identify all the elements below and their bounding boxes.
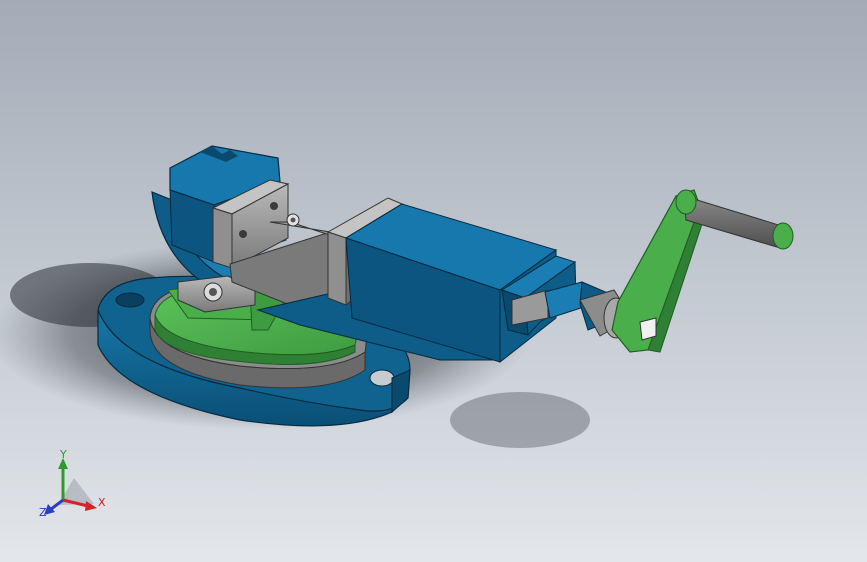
bed-screw-inner [290,217,296,223]
triad-z-label: Z [39,506,47,519]
triad-z-axis [49,498,64,512]
crank-handle[interactable] [611,189,794,353]
handle-pivot [675,189,697,215]
movable-plate-edge [327,231,347,306]
jaw-screw-2 [270,202,278,210]
graphics-viewport[interactable]: X Y Z [0,0,867,562]
base-slot-left [115,292,145,308]
triad-y-label: Y [60,448,67,461]
slide-bolt-inner [209,288,217,296]
reference-triad[interactable] [44,458,97,515]
jaw-screw-1 [239,230,247,238]
base-slot-right [369,369,395,387]
model-view[interactable] [0,0,867,562]
handle-end-cap [772,222,794,250]
shadow-right [450,392,590,448]
triad-x-label: X [98,496,106,509]
jaw-plate-edge [212,207,233,269]
crank-square-hole [639,317,657,341]
